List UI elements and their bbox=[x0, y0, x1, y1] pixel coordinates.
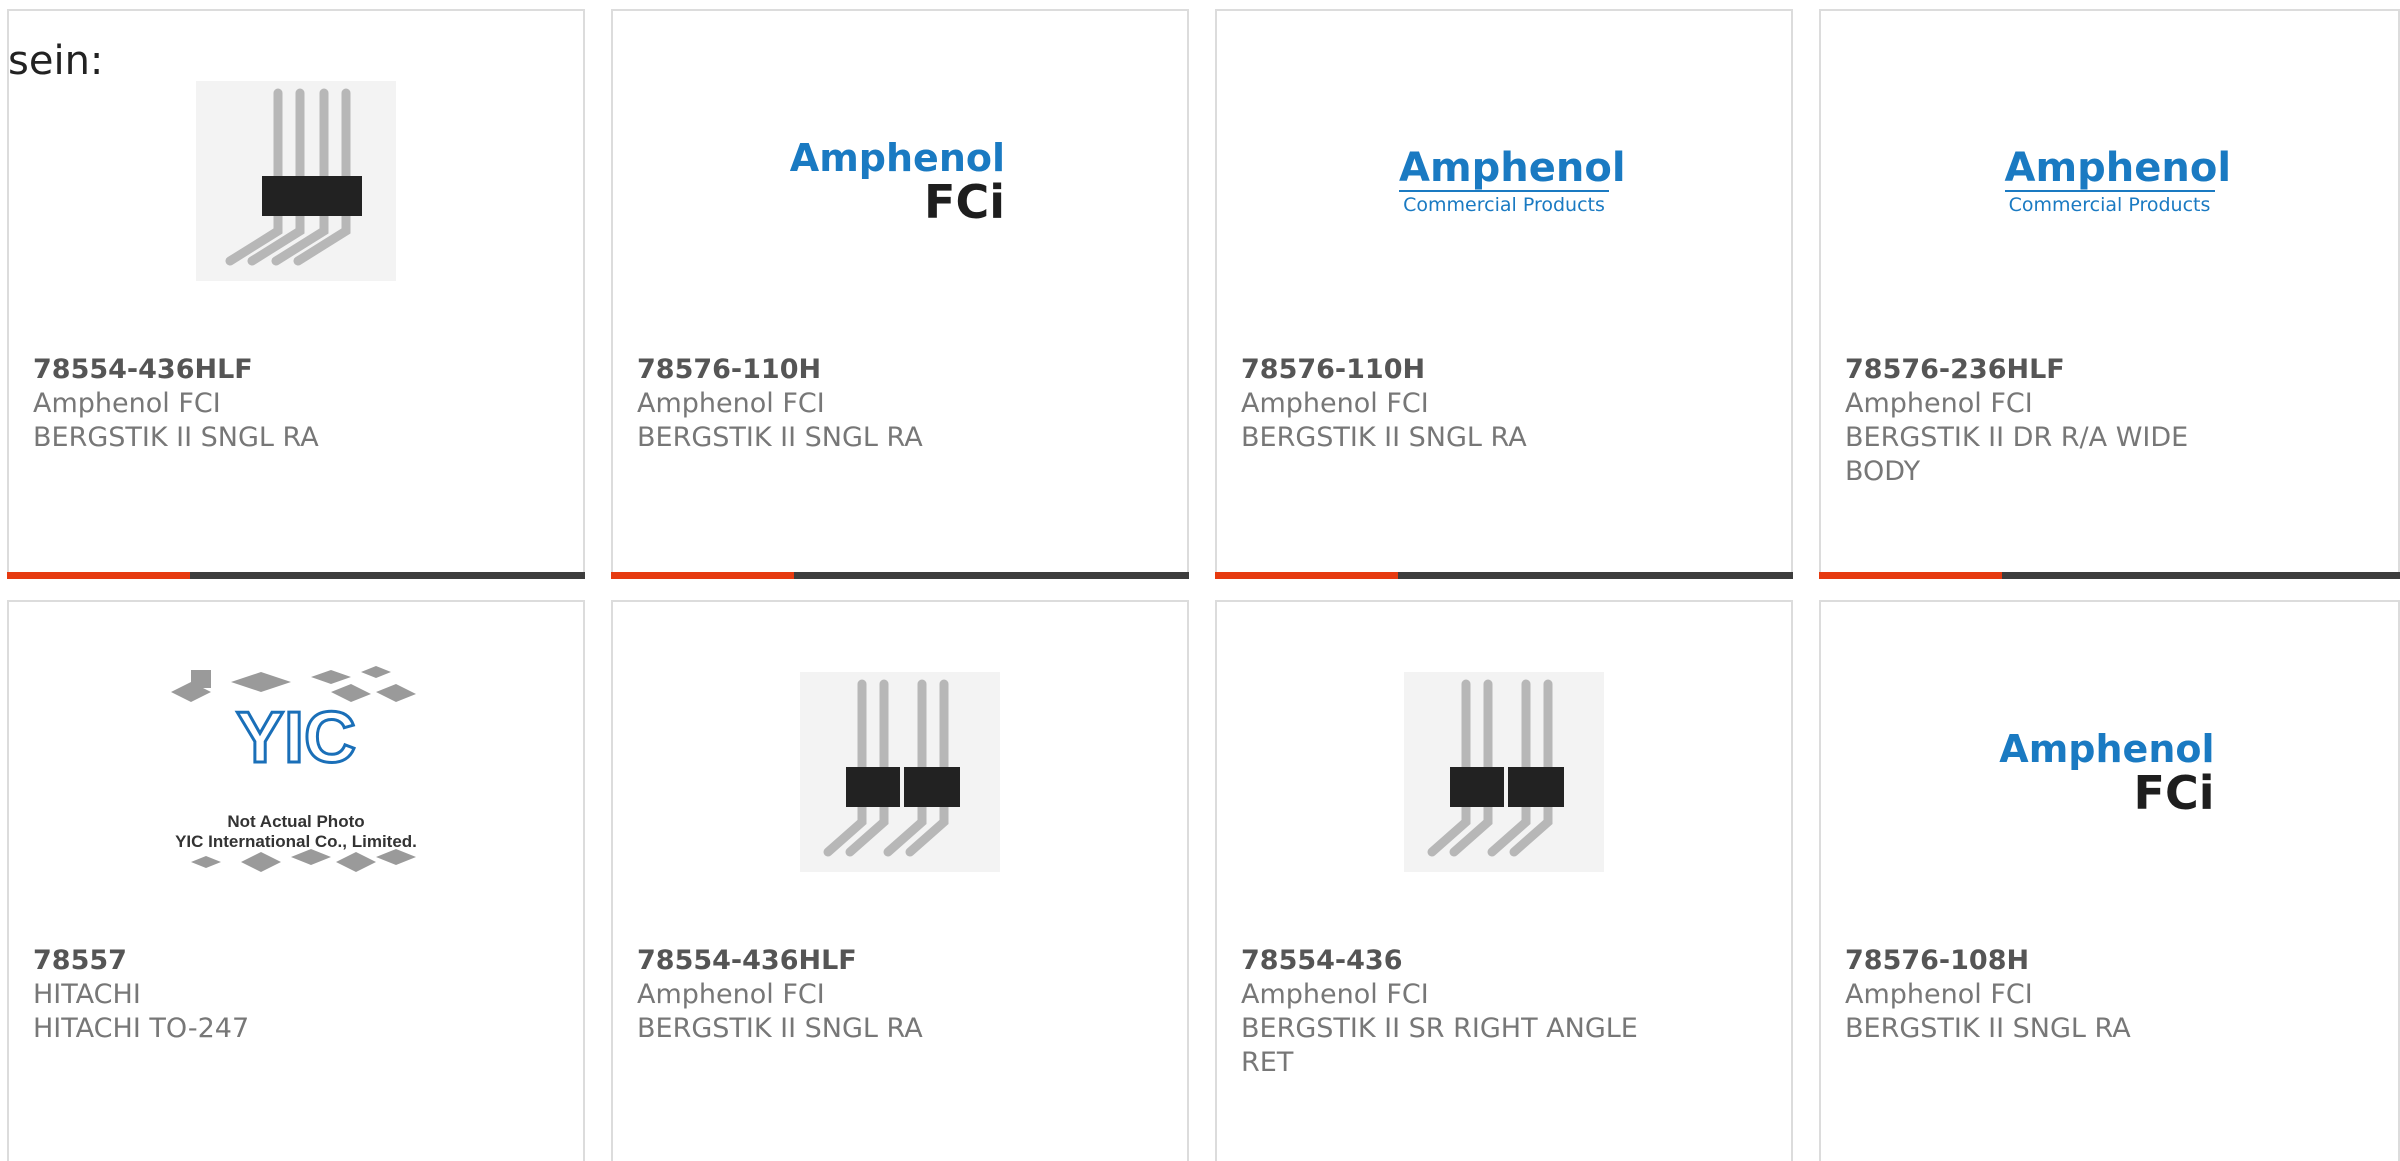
manufacturer: Amphenol FCI bbox=[1845, 979, 2033, 1010]
chip-cluster-icon: YIC bbox=[171, 666, 416, 872]
amphenol-commercial-logo: Amphenol Commercial Products bbox=[2004, 145, 2232, 216]
card-bottom-bar bbox=[1215, 572, 1793, 579]
part-number[interactable]: 78554-436HLF bbox=[637, 944, 1163, 978]
description: BERGSTIK II SNGL RA bbox=[1241, 422, 1527, 453]
manufacturer: HITACHI bbox=[33, 979, 141, 1010]
product-card[interactable]: Amphenol FCi 78576-108H Amphenol FCI BER… bbox=[1819, 600, 2400, 1161]
product-image[interactable]: Amphenol FCi bbox=[1821, 662, 2398, 882]
part-number[interactable]: 78576-236HLF bbox=[1845, 353, 2374, 387]
manufacturer: Amphenol FCI bbox=[33, 388, 221, 419]
product-image[interactable]: Amphenol FCi bbox=[613, 71, 1187, 291]
product-image[interactable] bbox=[9, 71, 583, 291]
card-bottom-bar bbox=[7, 572, 585, 579]
part-number[interactable]: 78557 bbox=[33, 944, 559, 978]
product-card[interactable]: Amphenol Commercial Products 78576-110H … bbox=[1215, 9, 1793, 579]
part-number[interactable]: 78576-110H bbox=[637, 353, 1163, 387]
part-number[interactable]: 78554-436 bbox=[1241, 944, 1767, 978]
description: BERGSTIK II DR R/A WIDE BODY bbox=[1845, 422, 2189, 487]
product-image[interactable] bbox=[1217, 662, 1791, 882]
part-number[interactable]: 78576-108H bbox=[1845, 944, 2374, 978]
description: BERGSTIK II SNGL RA bbox=[1845, 1013, 2131, 1044]
manufacturer: Amphenol FCI bbox=[1241, 979, 1429, 1010]
bar-accent bbox=[1819, 572, 2002, 579]
product-grid-page: sein: 78554-436HLF Amphenol FCI BERGSTIK… bbox=[0, 0, 2400, 1161]
product-card[interactable]: 78554-436HLF Amphenol FCI BERGSTIK II SN… bbox=[611, 600, 1189, 1161]
description: BERGSTIK II SNGL RA bbox=[637, 1013, 923, 1044]
description: HITACHI TO-247 bbox=[33, 1013, 250, 1044]
amphenol-fci-logo: Amphenol FCi bbox=[789, 136, 1005, 229]
product-card[interactable]: 78554-436HLF Amphenol FCI BERGSTIK II SN… bbox=[7, 9, 585, 579]
description: BERGSTIK II SNGL RA bbox=[637, 422, 923, 453]
product-card[interactable]: Amphenol FCi 78576-110H Amphenol FCI BER… bbox=[611, 9, 1189, 579]
part-number[interactable]: 78576-110H bbox=[1241, 353, 1767, 387]
manufacturer: Amphenol FCI bbox=[1241, 388, 1429, 419]
amphenol-commercial-logo: Amphenol Commercial Products bbox=[1399, 145, 1626, 216]
description: BERGSTIK II SR RIGHT ANGLE RET bbox=[1241, 1013, 1638, 1078]
product-image[interactable]: YIC Not Actual Photo YIC International C… bbox=[9, 662, 583, 902]
card-bottom-bar bbox=[1819, 572, 2400, 579]
product-image[interactable]: Amphenol Commercial Products bbox=[1821, 71, 2398, 291]
product-image[interactable] bbox=[613, 662, 1187, 882]
bar-accent bbox=[611, 572, 794, 579]
card-bottom-bar bbox=[611, 572, 1189, 579]
product-card[interactable]: 78554-436 Amphenol FCI BERGSTIK II SR RI… bbox=[1215, 600, 1793, 1161]
bar-accent bbox=[7, 572, 190, 579]
product-card[interactable]: Amphenol Commercial Products 78576-236HL… bbox=[1819, 9, 2400, 579]
not-actual-photo-icon: YIC Not Actual Photo YIC International C… bbox=[161, 662, 431, 902]
svg-text:YIC: YIC bbox=[236, 698, 356, 778]
part-number[interactable]: 78554-436HLF bbox=[33, 353, 559, 387]
pin-header-icon bbox=[196, 81, 396, 281]
pin-header-icon bbox=[800, 672, 1000, 872]
product-card[interactable]: YIC Not Actual Photo YIC International C… bbox=[7, 600, 585, 1161]
bar-accent bbox=[1215, 572, 1398, 579]
product-image[interactable]: Amphenol Commercial Products bbox=[1217, 71, 1791, 291]
manufacturer: Amphenol FCI bbox=[637, 388, 825, 419]
pin-header-icon bbox=[1404, 672, 1604, 872]
description: BERGSTIK II SNGL RA bbox=[33, 422, 319, 453]
manufacturer: Amphenol FCI bbox=[637, 979, 825, 1010]
lead-text: sein: bbox=[8, 38, 104, 84]
manufacturer: Amphenol FCI bbox=[1845, 388, 2033, 419]
amphenol-fci-logo: Amphenol FCi bbox=[1999, 727, 2215, 820]
